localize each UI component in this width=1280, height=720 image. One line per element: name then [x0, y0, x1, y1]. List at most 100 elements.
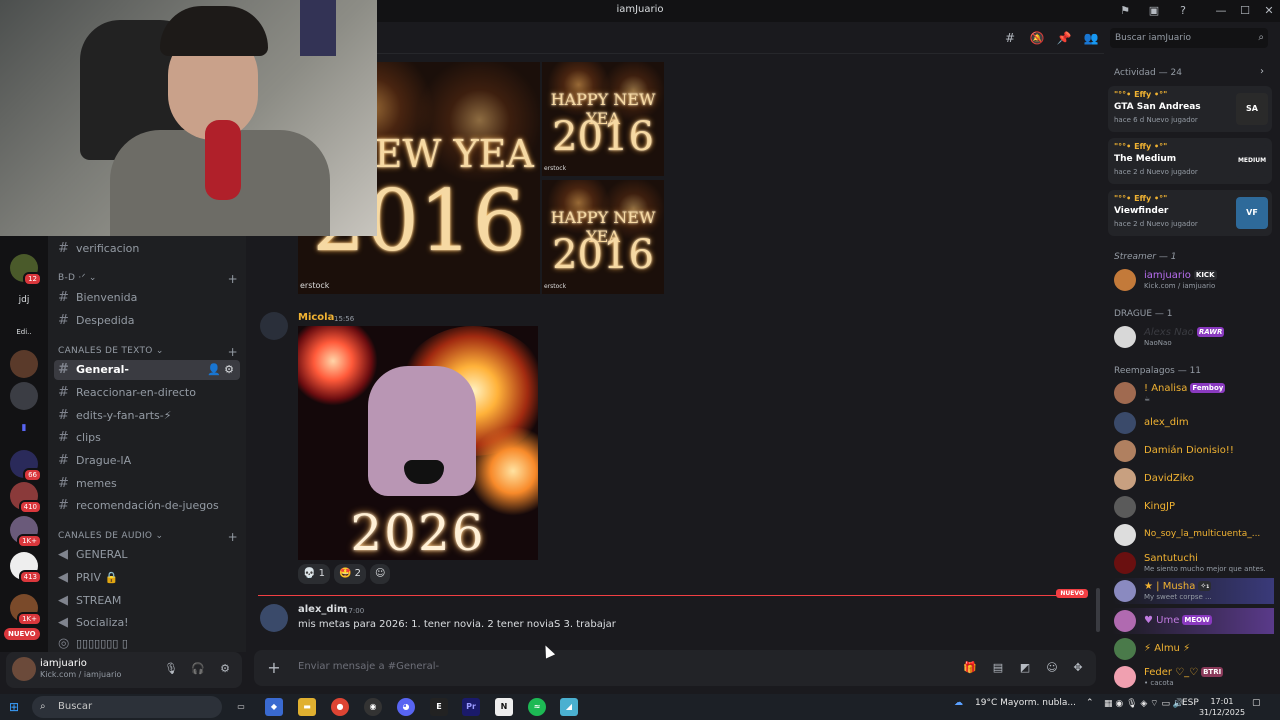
activity-card[interactable]: "°°• Effy •°" GTA San Andreas hace 6 d N…: [1108, 86, 1272, 132]
channel-despedida[interactable]: # Despedida: [54, 311, 240, 331]
category-bd[interactable]: B-D ·ᐟ ⌄ +: [58, 272, 238, 286]
members-icon[interactable]: 👥: [1083, 30, 1099, 46]
threads-icon[interactable]: #: [1002, 30, 1018, 46]
gif-icon[interactable]: ▤: [990, 660, 1006, 676]
member-item[interactable]: ⚡ Almu ⚡: [1112, 636, 1274, 662]
notification-icon[interactable]: ▢: [1252, 698, 1261, 708]
image-attachment-small-1[interactable]: HAPPY NEW YEA 2016 erstock: [542, 62, 664, 176]
add-channel-icon[interactable]: +: [228, 530, 238, 544]
message-composer[interactable]: + Enviar mensaje a #General- 🎁 ▤ ◩ ☺ ✥: [254, 650, 1096, 686]
channel-clips[interactable]: # clips: [54, 428, 240, 448]
help-icon[interactable]: ?: [1175, 3, 1191, 19]
server-icon-9[interactable]: 413: [10, 552, 42, 584]
server-icon-0[interactable]: 12: [10, 254, 42, 286]
weather-icon[interactable]: ☁: [954, 698, 963, 708]
obs-icon[interactable]: ◉: [364, 698, 382, 716]
microphone-icon[interactable]: 🎙: [162, 660, 180, 678]
member-item[interactable]: ★ | Musha ✧₁ My sweet corpse ...: [1112, 578, 1274, 604]
voice-channel-priv[interactable]: ◀ PRIV 🔒: [54, 568, 240, 588]
epic-games-icon[interactable]: E: [430, 698, 448, 716]
task-view-icon[interactable]: ▭: [232, 698, 250, 716]
server-icon-4[interactable]: [10, 382, 38, 410]
avatar[interactable]: [12, 657, 36, 681]
server-icon-8[interactable]: 1K+: [10, 516, 42, 548]
mute-bell-icon[interactable]: 🔕: [1029, 30, 1045, 46]
close-icon[interactable]: ✕: [1257, 3, 1280, 19]
message-avatar[interactable]: [260, 312, 288, 340]
attach-plus-icon[interactable]: +: [264, 658, 284, 678]
voice-channel-socializa[interactable]: ◀ Socializa!: [54, 613, 240, 633]
member-item[interactable]: Feder ♡_♡ BTRI • cacota: [1112, 664, 1274, 690]
file-explorer-icon[interactable]: ▬: [298, 698, 316, 716]
clock[interactable]: 17:01 31/12/2025: [1198, 696, 1246, 718]
category-audio-channels[interactable]: CANALES DE AUDIO ⌄ +: [58, 530, 238, 544]
channel-reaccionar[interactable]: # Reaccionar-en-directo: [54, 383, 240, 403]
member-item[interactable]: No_soy_la_multicuenta_...: [1112, 522, 1274, 548]
chevron-up-icon[interactable]: ⌃: [1086, 698, 1094, 708]
spotify-icon[interactable]: ≈: [528, 698, 546, 716]
server-icon-6[interactable]: 66: [10, 450, 42, 482]
channel-recomendacion[interactable]: # recomendación-de-juegos: [54, 496, 240, 516]
server-icon-1[interactable]: jdj: [10, 286, 38, 314]
message-author[interactable]: alex_dim: [298, 604, 347, 615]
apps-icon[interactable]: ✥: [1070, 660, 1086, 676]
member-item[interactable]: Santutuchi Me siento mucho mejor que ant…: [1112, 550, 1274, 576]
member-item[interactable]: Damián Dionisio!!: [1112, 438, 1274, 464]
activity-card[interactable]: "°°• Effy •°" The Medium hace 2 d Nuevo …: [1108, 138, 1272, 184]
server-icon-2[interactable]: Edi..: [10, 318, 38, 346]
monitor-icon[interactable]: ▣: [1146, 3, 1162, 19]
message-input[interactable]: Enviar mensaje a #General-: [298, 661, 439, 672]
server-icon-10[interactable]: 1K+: [10, 594, 42, 626]
channel-memes[interactable]: # memes: [54, 474, 240, 494]
member-item[interactable]: KingJP: [1112, 494, 1274, 520]
nuevo-pill[interactable]: NUEVO: [4, 628, 40, 640]
notion-icon[interactable]: N: [495, 698, 513, 716]
premiere-icon[interactable]: Pr: [462, 698, 480, 716]
add-channel-icon[interactable]: +: [228, 345, 238, 359]
sticker-icon[interactable]: ◩: [1017, 660, 1033, 676]
chrome-icon[interactable]: ●: [331, 698, 349, 716]
settings-icon[interactable]: 👤 ⚙: [207, 360, 234, 380]
message-avatar[interactable]: [260, 604, 288, 632]
channel-edits[interactable]: # edits-y-fan-arts-⚡: [54, 406, 240, 426]
search-input[interactable]: Buscar iamJuario ⌕: [1110, 28, 1268, 48]
tray-icons[interactable]: ▦ ◉ 🎙 ◈ ⌔ ▭ 🔊: [1104, 698, 1184, 709]
member-item[interactable]: alex_dim: [1112, 410, 1274, 436]
image-attachment-small-2[interactable]: HAPPY NEW YEA 2016 erstock: [542, 180, 664, 294]
pin-icon[interactable]: 📌: [1056, 30, 1072, 46]
add-reaction-button[interactable]: ☺: [370, 564, 391, 584]
channel-bienvenida[interactable]: # Bienvenida: [54, 288, 240, 308]
emoji-icon[interactable]: ☺: [1044, 660, 1060, 676]
gear-icon[interactable]: ⚙: [216, 660, 234, 678]
member-item[interactable]: ! Analisa Femboy ☕: [1112, 380, 1274, 406]
windows-start-icon[interactable]: ⊞: [6, 699, 22, 715]
weather-text[interactable]: 19°C Mayorm. nubla...: [975, 698, 1076, 708]
voice-channel-general[interactable]: ◀ GENERAL: [54, 545, 240, 565]
gift-icon[interactable]: 🎁: [962, 660, 978, 676]
channel-verificacion[interactable]: # verificacion: [54, 239, 240, 259]
channel-general[interactable]: # General- 👤 ⚙: [54, 360, 240, 380]
reaction-skull[interactable]: 💀 1: [298, 564, 331, 584]
category-text-channels[interactable]: CANALES DE TEXTO ⌄ +: [58, 345, 238, 359]
reaction-star-eyes[interactable]: 🤩 2: [334, 564, 367, 584]
scrollbar[interactable]: [1096, 588, 1100, 632]
channel-drague-ia[interactable]: # Drague-IA: [54, 451, 240, 471]
discord-icon[interactable]: ◕: [397, 698, 415, 716]
maximize-icon[interactable]: ☐: [1233, 3, 1257, 19]
activity-card[interactable]: "°°• Effy •°" Viewfinder hace 2 d Nuevo …: [1108, 190, 1272, 236]
headphones-icon[interactable]: 🎧: [189, 660, 207, 678]
app-icon[interactable]: ◢: [560, 698, 578, 716]
server-icon-3[interactable]: [10, 350, 38, 378]
language-indicator[interactable]: ESP: [1182, 698, 1199, 708]
add-channel-icon[interactable]: +: [228, 272, 238, 286]
message-author[interactable]: Micola: [298, 312, 334, 323]
server-icon-7[interactable]: 410: [10, 482, 42, 514]
member-item[interactable]: iamjuario KICK Kick.com / iamjuario: [1112, 267, 1274, 293]
server-icon-5[interactable]: ▮: [10, 414, 38, 442]
taskbar-search[interactable]: ⌕ Buscar: [32, 696, 222, 718]
member-item[interactable]: Alexs Nao RAWR NaoNao: [1112, 324, 1274, 350]
inbox-icon[interactable]: ⚑: [1117, 3, 1133, 19]
member-item[interactable]: ♥ Ume MEOW: [1112, 608, 1274, 634]
chevron-right-icon[interactable]: ›: [1260, 66, 1264, 77]
minimize-icon[interactable]: —: [1209, 3, 1233, 19]
